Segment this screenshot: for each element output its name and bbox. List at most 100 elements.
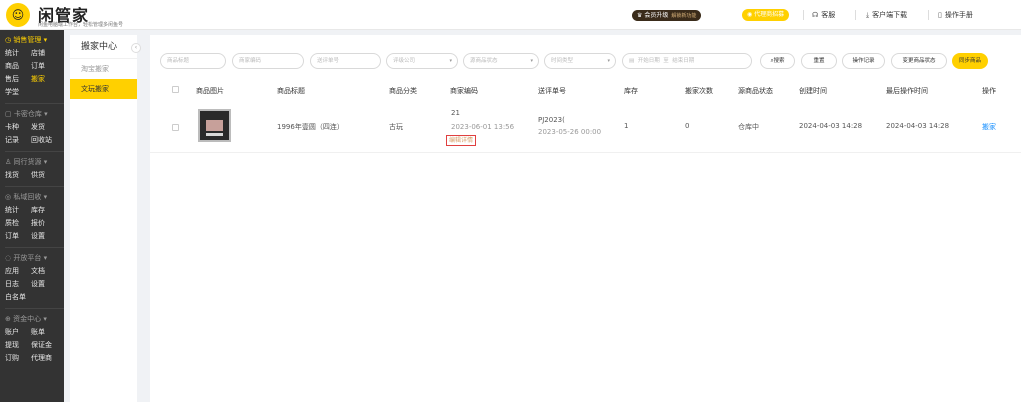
sidebar-item-inspection[interactable]: 质检 [5, 217, 31, 230]
product-title-input[interactable]: 商品标题 [160, 53, 226, 69]
sidebar-item-recycle-stats[interactable]: 统计 [5, 204, 31, 217]
customer-service-label: 客服 [821, 11, 836, 19]
column-header: 创建时间 [799, 87, 827, 95]
date-range-separator: 至 [663, 58, 669, 64]
sidebar-item-shops[interactable]: 店铺 [31, 47, 57, 60]
sidebar-group-supply: ♙ 同行货源 ▾ 找货 供货 [0, 152, 64, 187]
agent-recruit-label: 代理商招募 [754, 11, 785, 18]
crown-icon: ♛ [637, 12, 643, 19]
edit-details-link[interactable]: 编辑详情 [446, 135, 477, 146]
sidebar-item-recycle-bin[interactable]: 回收站 [31, 134, 57, 147]
sidebar-item-docs[interactable]: 文档 [31, 265, 57, 278]
sidebar-item-logs[interactable]: 日志 [5, 278, 31, 291]
collapse-chevron-icon[interactable]: ‹ [131, 43, 141, 53]
change-status-button[interactable]: 变更商品状态 [891, 53, 947, 69]
select-all-checkbox[interactable] [172, 86, 179, 93]
sidebar-item-account[interactable]: 账户 [5, 326, 31, 339]
tab-collectibles-move[interactable]: 文玩搬家 [70, 79, 137, 99]
reset-button[interactable]: 重置 [801, 53, 837, 69]
sidebar-item-withdraw[interactable]: 提现 [5, 339, 31, 352]
column-header: 源商品状态 [738, 87, 773, 95]
start-date-placeholder: 开始日期 [637, 58, 660, 64]
sidebar-item-recycle-orders[interactable]: 订单 [5, 230, 31, 243]
chevron-down-icon: ▾ [607, 58, 610, 64]
column-header: 操作 [982, 87, 996, 95]
row-checkbox[interactable] [172, 124, 179, 131]
sidebar-item-agent[interactable]: 代理商 [31, 352, 57, 365]
platform-icon: ◌ [5, 254, 12, 262]
calendar-icon: ▤ [629, 58, 635, 64]
tab-taobao-move[interactable]: 淘宝搬家 [70, 59, 137, 79]
client-download-label: 客户端下载 [872, 11, 908, 19]
agent-recruit-button[interactable]: ◉ 代理商招募 [742, 9, 790, 21]
merchant-code-input[interactable]: 商家编码 [232, 53, 304, 69]
sidebar-item-card-type[interactable]: 卡种 [5, 121, 31, 134]
stock-count: 1 [624, 122, 629, 130]
column-header: 商家编码 [450, 87, 478, 95]
brand-logo-icon[interactable]: ☺ [6, 3, 30, 27]
search-button[interactable]: ⌕搜索 [760, 53, 795, 69]
sidebar-item-quote[interactable]: 报价 [31, 217, 57, 230]
sidebar-item-bills[interactable]: 账单 [31, 326, 57, 339]
sidebar-item-inventory[interactable]: 库存 [31, 204, 57, 217]
end-date-placeholder: 结束日期 [672, 58, 695, 64]
sidebar-group-header[interactable]: ◌ 开放平台 ▾ [5, 252, 64, 265]
sidebar-group-header[interactable]: ♙ 同行货源 ▾ [5, 156, 64, 169]
agent-icon: ◉ [747, 11, 753, 18]
grading-no-input[interactable]: 送评单号 [310, 53, 381, 69]
table-row: 1996年壹圆（四连） 古玩 21 2023-06-01 13:56 编辑详情 … [150, 103, 1021, 153]
sidebar-item-recycle-settings[interactable]: 设置 [31, 230, 57, 243]
source-status-placeholder: 源商品状态 [470, 58, 498, 64]
sidebar: ◷ 销售管理 ▾ 统计 店铺 商品 订单 售后 搬家 学堂 ▢ 卡密仓库 ▾ 卡种 发货… [0, 30, 64, 402]
grading-number: PJ2023( [538, 116, 565, 124]
sidebar-group-sales: ◷ 销售管理 ▾ 统计 店铺 商品 订单 售后 搬家 学堂 [0, 30, 64, 104]
sidebar-item-find-goods[interactable]: 找货 [5, 169, 31, 182]
sidebar-item-deposit[interactable]: 保证金 [31, 339, 57, 352]
sidebar-group-header[interactable]: ⊕ 资金中心 ▾ [5, 313, 64, 326]
grading-company-select[interactable]: 评级公司 ▾ [386, 53, 458, 69]
sidebar-item-orders[interactable]: 订单 [31, 60, 57, 73]
sidebar-item-aftersale[interactable]: 售后 [5, 73, 31, 86]
sidebar-item-records[interactable]: 记录 [5, 134, 31, 147]
time-type-select[interactable]: 时间类型 ▾ [544, 53, 616, 69]
source-status-select[interactable]: 源商品状态 ▾ [463, 53, 539, 69]
search-label: 搜索 [773, 58, 785, 64]
box-icon: ▢ [5, 110, 12, 118]
download-icon: ⤓ [866, 11, 870, 19]
time-type-placeholder: 时间类型 [551, 58, 574, 64]
sidebar-group-header[interactable]: ◷ 销售管理 ▾ [5, 34, 64, 47]
sidebar-item-subscription[interactable]: 订购 [5, 352, 31, 365]
sidebar-item-delivery[interactable]: 发货 [31, 121, 57, 134]
vip-upgrade-button[interactable]: ♛ 会员升级 解锁新功能 [632, 10, 702, 21]
sidebar-item-academy[interactable]: 学堂 [5, 86, 31, 99]
people-icon: ♙ [5, 158, 12, 166]
customer-service-link[interactable]: ☊ 客服 [812, 9, 835, 21]
vip-upgrade-sublabel: 解锁新功能 [671, 13, 697, 19]
sidebar-item-supply-goods[interactable]: 供货 [31, 169, 57, 182]
sidebar-group-header[interactable]: ▢ 卡密仓库 ▾ [5, 108, 64, 121]
sync-products-button[interactable]: 同步商品 [952, 53, 988, 69]
product-category: 古玩 [389, 123, 403, 131]
sidebar-item-open-settings[interactable]: 设置 [31, 278, 57, 291]
sidebar-item-apps[interactable]: 应用 [5, 265, 31, 278]
table-header: 商品图片 商品标题 商品分类 商家编码 送评单号 库存 搬家次数 源商品状态 创… [150, 81, 1021, 99]
sidebar-item-products[interactable]: 商品 [5, 60, 31, 73]
recycle-icon: ◎ [5, 193, 12, 201]
sidebar-group-header[interactable]: ◎ 私域回收 ▾ [5, 191, 64, 204]
product-title: 1996年壹圆（四连） [277, 123, 344, 131]
sidebar-item-stats[interactable]: 统计 [5, 47, 31, 60]
source-status: 仓库中 [738, 123, 759, 131]
manual-link[interactable]: ▯ 操作手册 [938, 9, 973, 21]
sidebar-group-recycle: ◎ 私域回收 ▾ 统计 库存 质检 报价 订单 设置 [0, 187, 64, 248]
product-image[interactable] [198, 109, 231, 142]
client-download-link[interactable]: ⤓ 客户端下载 [866, 9, 907, 21]
column-header: 商品标题 [277, 87, 305, 95]
divider [855, 10, 856, 20]
sidebar-item-whitelist[interactable]: 白名单 [5, 291, 31, 304]
book-icon: ▯ [938, 11, 942, 19]
sidebar-item-move[interactable]: 搬家 [31, 73, 57, 86]
date-range-picker[interactable]: ▤ 开始日期 至 结束日期 [622, 53, 752, 69]
vip-upgrade-label: 会员升级 [644, 12, 669, 19]
operation-log-button[interactable]: 操作记录 [842, 53, 885, 69]
move-action-link[interactable]: 搬家 [982, 122, 996, 132]
